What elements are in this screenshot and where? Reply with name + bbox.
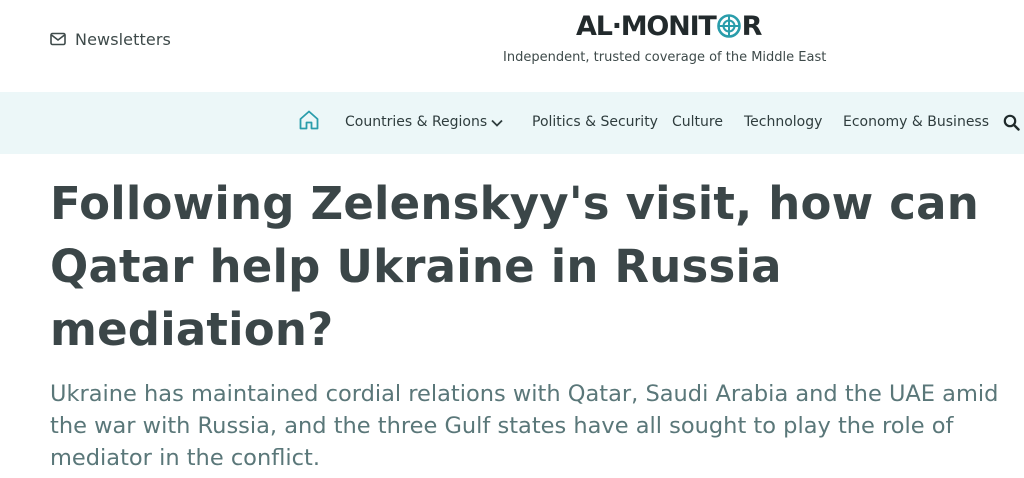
site-logo[interactable]: AL·MONIT R bbox=[576, 9, 763, 43]
nav-item-politics-security[interactable]: Politics & Security bbox=[532, 114, 658, 130]
nav-item-culture[interactable]: Culture bbox=[672, 114, 723, 130]
logo-text-left: AL·MONIT bbox=[576, 10, 717, 42]
logo-text-right: R bbox=[741, 10, 763, 42]
newsletters-label: Newsletters bbox=[75, 29, 171, 49]
newsletters-link[interactable]: Newsletters bbox=[50, 29, 171, 49]
home-icon[interactable] bbox=[298, 109, 320, 131]
site-header: Newsletters AL·MONIT R Independent, trus… bbox=[0, 0, 1024, 92]
search-icon[interactable] bbox=[1003, 114, 1020, 131]
article-headline: Following Zelenskyy's visit, how can Qat… bbox=[50, 177, 979, 356]
site-tagline: Independent, trusted coverage of the Mid… bbox=[503, 50, 827, 65]
nav-item-technology[interactable]: Technology bbox=[744, 114, 822, 130]
nav-item-countries-regions[interactable]: Countries & Regions bbox=[345, 114, 487, 130]
mail-icon bbox=[50, 32, 66, 46]
globe-icon bbox=[716, 14, 741, 38]
main-nav: Countries & Regions Politics & Security … bbox=[0, 92, 1024, 154]
nav-item-economy-business[interactable]: Economy & Business bbox=[843, 114, 989, 130]
article-dek: Ukraine has maintained cordial relations… bbox=[50, 381, 999, 471]
chevron-down-icon[interactable] bbox=[490, 116, 504, 130]
